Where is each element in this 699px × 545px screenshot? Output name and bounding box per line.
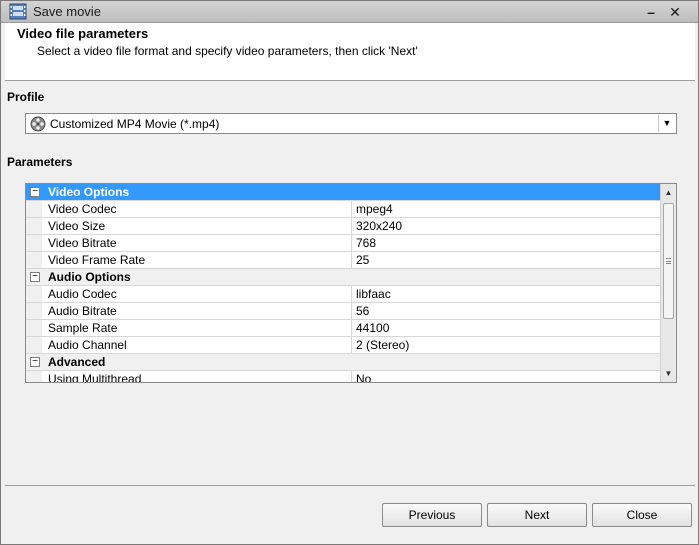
param-name: Audio Codec <box>48 287 117 301</box>
page-subtitle: Select a video file format and specify v… <box>37 44 418 58</box>
film-icon <box>9 3 27 20</box>
footer-divider <box>5 485 695 486</box>
row-gutter <box>26 303 42 319</box>
name-cell: Video Bitrate <box>26 235 352 251</box>
row-gutter <box>26 218 42 234</box>
collapse-icon[interactable]: − <box>30 357 40 367</box>
param-name: Using Multithread <box>48 372 142 383</box>
scroll-up-icon[interactable]: ▲ <box>661 184 676 201</box>
row-gutter <box>26 235 42 251</box>
parameters-label: Parameters <box>7 155 73 169</box>
table-row[interactable]: Sample Rate 44100 <box>26 320 660 337</box>
name-cell: Audio Channel <box>26 337 352 353</box>
table-row[interactable]: Video Codec mpeg4 <box>26 201 660 218</box>
profile-selected-value: Customized MP4 Movie (*.mp4) <box>50 117 220 131</box>
title-bar[interactable]: Save movie – ✕ <box>1 1 698 23</box>
row-gutter <box>26 201 42 217</box>
page-title: Video file parameters <box>17 26 149 41</box>
category-label: Audio Options <box>48 270 131 284</box>
table-row[interactable]: Video Size 320x240 <box>26 218 660 235</box>
param-value[interactable]: No <box>356 372 371 382</box>
chevron-down-icon[interactable]: ▼ <box>658 115 675 132</box>
parameters-grid-rows: − Video Options Video Codec mpeg4 Video … <box>26 184 660 383</box>
minimize-icon[interactable]: – <box>641 2 661 22</box>
row-gutter <box>26 320 42 336</box>
row-gutter <box>26 252 42 268</box>
window-title: Save movie <box>33 4 101 19</box>
close-button[interactable]: Close <box>592 503 692 527</box>
param-name: Audio Channel <box>48 338 127 352</box>
scroll-down-icon[interactable]: ▼ <box>661 365 676 382</box>
param-value[interactable]: mpeg4 <box>356 202 393 216</box>
param-name: Audio Bitrate <box>48 304 117 318</box>
category-audio-options[interactable]: − Audio Options <box>26 269 660 286</box>
grip-icon <box>666 258 671 264</box>
save-movie-dialog: Save movie – ✕ Video file parameters Sel… <box>0 0 699 545</box>
param-value[interactable]: 56 <box>356 304 369 318</box>
param-name: Video Size <box>48 219 106 233</box>
table-row[interactable]: Audio Codec libfaac <box>26 286 660 303</box>
table-row[interactable]: Audio Bitrate 56 <box>26 303 660 320</box>
previous-button[interactable]: Previous <box>382 503 482 527</box>
row-gutter <box>26 286 42 302</box>
profile-label: Profile <box>7 90 45 104</box>
row-gutter <box>26 371 42 382</box>
collapse-icon[interactable]: − <box>30 187 40 197</box>
profile-dropdown[interactable]: Customized MP4 Movie (*.mp4) ▼ <box>25 113 677 134</box>
parameters-grid[interactable]: − Video Options Video Codec mpeg4 Video … <box>25 183 677 383</box>
table-row[interactable]: Audio Channel 2 (Stereo) <box>26 337 660 354</box>
table-row[interactable]: Video Bitrate 768 <box>26 235 660 252</box>
category-advanced[interactable]: − Advanced <box>26 354 660 371</box>
name-cell: Using Multithread <box>26 371 352 383</box>
name-cell: Video Size <box>26 218 352 234</box>
category-label: Video Options <box>48 185 130 199</box>
name-cell: Video Codec <box>26 201 352 217</box>
param-value[interactable]: 768 <box>356 236 376 250</box>
param-name: Sample Rate <box>48 321 118 335</box>
param-value[interactable]: 2 (Stereo) <box>356 338 409 352</box>
next-button[interactable]: Next <box>487 503 587 527</box>
param-value[interactable]: 25 <box>356 253 369 267</box>
param-name: Video Frame Rate <box>48 253 146 267</box>
param-value[interactable]: libfaac <box>356 287 391 301</box>
collapse-icon[interactable]: − <box>30 272 40 282</box>
close-icon[interactable]: ✕ <box>665 2 685 22</box>
category-video-options[interactable]: − Video Options <box>26 184 660 201</box>
param-name: Video Bitrate <box>48 236 117 250</box>
category-label: Advanced <box>48 355 106 369</box>
scrollbar-thumb[interactable] <box>663 203 674 319</box>
name-cell: Audio Codec <box>26 286 352 302</box>
param-value[interactable]: 320x240 <box>356 219 402 233</box>
row-gutter <box>26 337 42 353</box>
param-name: Video Codec <box>48 202 117 216</box>
header-panel: Video file parameters Select a video fil… <box>5 23 695 81</box>
param-value[interactable]: 44100 <box>356 321 389 335</box>
table-row[interactable]: Using Multithread No <box>26 371 660 383</box>
table-row[interactable]: Video Frame Rate 25 <box>26 252 660 269</box>
grid-scrollbar[interactable]: ▲ ▼ <box>660 184 676 382</box>
name-cell: Sample Rate <box>26 320 352 336</box>
film-reel-icon <box>30 116 46 132</box>
name-cell: Audio Bitrate <box>26 303 352 319</box>
name-cell: Video Frame Rate <box>26 252 352 268</box>
